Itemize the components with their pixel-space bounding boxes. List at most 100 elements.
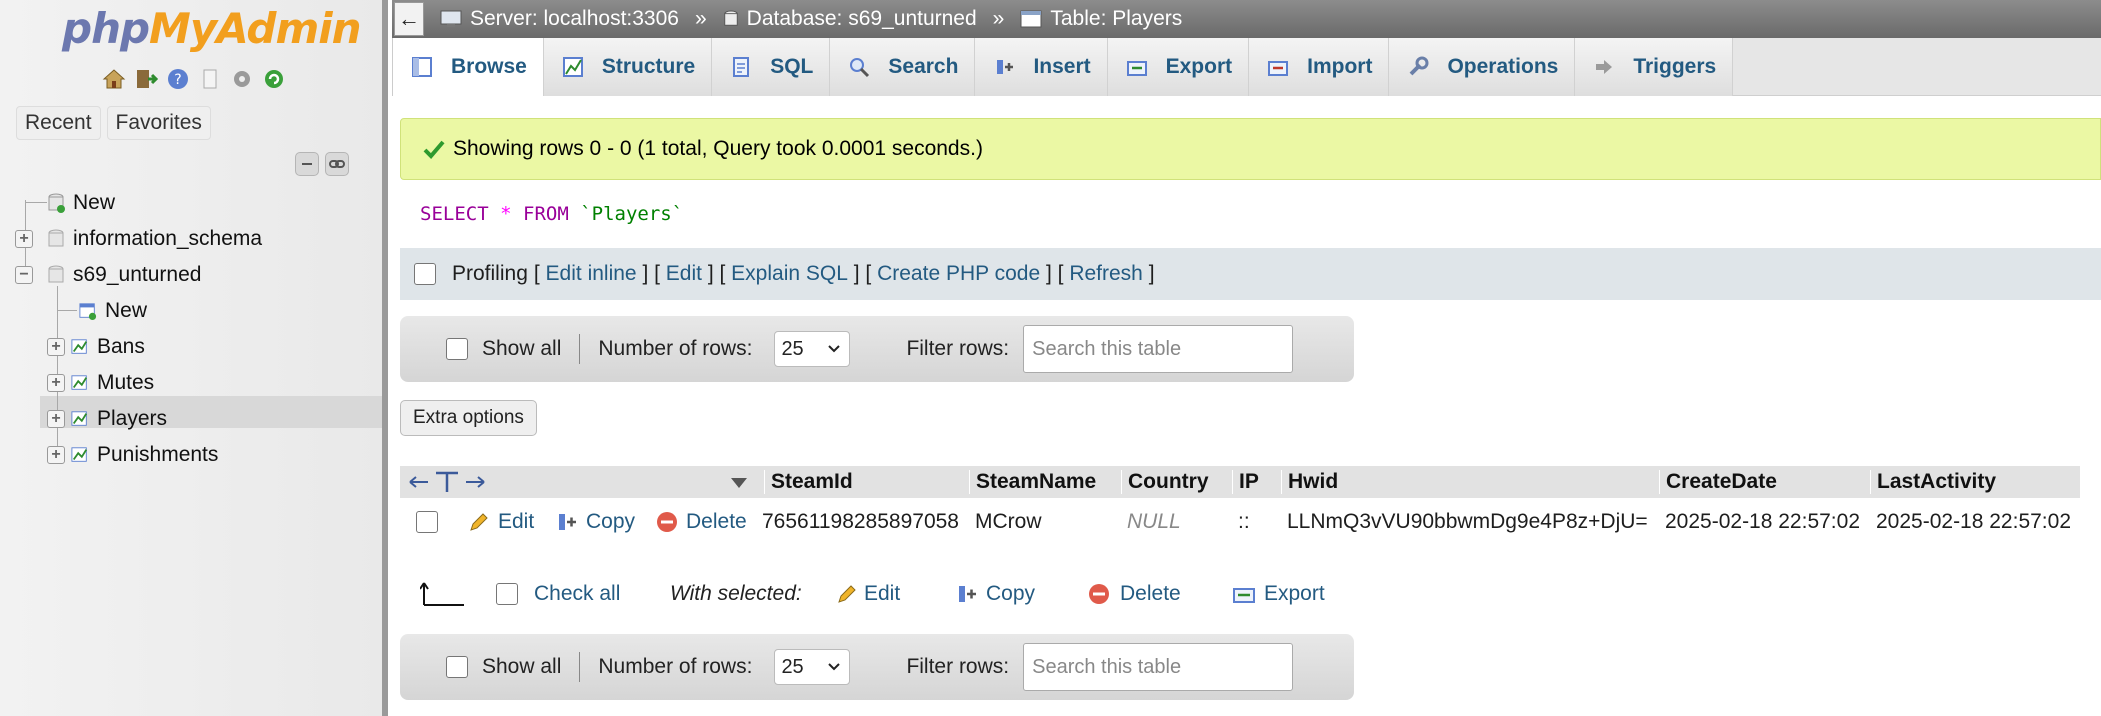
column-resize-icon[interactable] — [408, 470, 486, 494]
tab-import[interactable]: Import — [1249, 38, 1390, 96]
column-header-steamname[interactable]: SteamName — [969, 470, 1096, 494]
reload-icon[interactable] — [261, 66, 287, 92]
copy-icon — [959, 586, 976, 602]
create-php-code-link[interactable]: Create PHP code — [877, 262, 1040, 286]
tab-structure[interactable]: Structure — [543, 38, 713, 96]
bulk-export-button[interactable]: Export — [1232, 574, 1325, 614]
tree-controls — [295, 152, 349, 176]
docs-icon[interactable] — [197, 66, 223, 92]
refresh-link[interactable]: Refresh — [1069, 262, 1143, 286]
svg-text:?: ? — [174, 72, 181, 88]
extra-options-button[interactable]: Extra options — [400, 400, 537, 436]
breadcrumb-database[interactable]: Database: s69_unturned — [723, 7, 977, 31]
column-header-hwid[interactable]: Hwid — [1281, 470, 1338, 494]
cell-ip[interactable]: :: — [1238, 510, 1250, 534]
tree-table-label: Punishments — [97, 443, 219, 466]
table-icon — [1020, 10, 1042, 28]
breadcrumb-table[interactable]: Table: Players — [1020, 7, 1182, 31]
success-text: Showing rows 0 - 0 (1 total, Query took … — [453, 137, 983, 160]
collapse-icon[interactable]: − — [15, 266, 33, 284]
expand-icon[interactable]: + — [47, 410, 65, 428]
cell-steamid[interactable]: 76561198285897058 — [762, 510, 959, 534]
sql-keyword-from: FROM — [523, 203, 569, 225]
show-all-checkbox[interactable] — [446, 338, 468, 360]
recent-button[interactable]: Recent — [16, 106, 101, 140]
row-copy-button[interactable]: Copy — [556, 510, 635, 534]
tab-search[interactable]: Search — [830, 38, 976, 96]
bulk-edit-button[interactable]: Edit — [836, 574, 900, 614]
explain-sql-link[interactable]: Explain SQL — [731, 262, 848, 286]
cell-country[interactable]: NULL — [1127, 510, 1181, 534]
cell-hwid[interactable]: LLNmQ3vVU90bbwmDg9e4P8z+DjU= — [1287, 510, 1648, 534]
expand-icon[interactable]: + — [47, 446, 65, 464]
breadcrumb: ← Server: localhost:3306 » Database: s69… — [392, 0, 2101, 38]
tree-db-information-schema[interactable]: + information_schema — [15, 222, 262, 256]
check-icon — [423, 140, 445, 159]
tree-table-new[interactable]: New — [79, 294, 147, 328]
expand-icon[interactable]: + — [15, 230, 33, 248]
edit-link[interactable]: Edit — [666, 262, 702, 286]
table-icon — [71, 447, 88, 462]
number-of-rows-select[interactable]: 25 — [774, 649, 851, 685]
tab-insert[interactable]: Insert — [975, 38, 1108, 96]
tab-operations[interactable]: Operations — [1389, 38, 1576, 96]
breadcrumb-separator: » — [992, 7, 1005, 30]
divider — [579, 652, 581, 682]
tree-new[interactable]: New — [47, 186, 115, 220]
tree-table-bans[interactable]: + Bans — [47, 330, 145, 364]
row-checkbox[interactable] — [416, 511, 438, 533]
table-row: Edit Copy Delete 76561198285897058 MCrow… — [400, 502, 2080, 542]
favorites-button[interactable]: Favorites — [106, 106, 211, 140]
column-header-steamid[interactable]: SteamId — [764, 470, 853, 494]
tree-table-label: Players — [97, 407, 168, 430]
tree-table-punishments[interactable]: + Punishments — [47, 438, 218, 472]
column-header-createdate[interactable]: CreateDate — [1659, 470, 1777, 494]
bulk-delete-button[interactable]: Delete — [1088, 574, 1181, 614]
breadcrumb-server[interactable]: Server: localhost:3306 — [440, 7, 679, 31]
filter-rows-input[interactable]: Search this table — [1023, 643, 1294, 691]
number-of-rows-select[interactable]: 25 — [774, 331, 851, 367]
back-button[interactable]: ← — [394, 2, 424, 36]
tab-triggers[interactable]: Triggers — [1575, 38, 1734, 96]
column-header-country[interactable]: Country — [1121, 470, 1209, 494]
tab-export[interactable]: Export — [1107, 38, 1250, 96]
help-icon[interactable]: ? — [165, 66, 191, 92]
expand-icon[interactable]: + — [47, 374, 65, 392]
bulk-copy-button[interactable]: Copy — [956, 574, 1035, 614]
show-all-checkbox[interactable] — [446, 656, 468, 678]
cell-steamname[interactable]: MCrow — [975, 510, 1042, 534]
tab-label: Structure — [601, 55, 696, 78]
tree-db-s69-unturned[interactable]: − s69_unturned — [15, 258, 201, 292]
tab-browse[interactable]: Browse — [392, 38, 544, 96]
column-header-ip[interactable]: IP — [1232, 470, 1259, 494]
tree-table-mutes[interactable]: + Mutes — [47, 366, 154, 400]
export-icon — [1124, 54, 1150, 80]
table-header: SteamId SteamName Country IP Hwid Create… — [400, 466, 2080, 498]
cell-createdate[interactable]: 2025-02-18 22:57:02 — [1665, 510, 1860, 534]
tab-label: SQL — [770, 55, 814, 78]
edit-inline-link[interactable]: Edit inline — [546, 262, 637, 286]
column-header-lastactivity[interactable]: LastActivity — [1870, 470, 1996, 494]
home-icon[interactable] — [101, 66, 127, 92]
link-icon[interactable] — [325, 152, 349, 176]
profiling-checkbox[interactable] — [414, 263, 436, 285]
sort-down-icon[interactable] — [730, 476, 748, 490]
check-all-checkbox[interactable] — [496, 574, 518, 614]
row-delete-button[interactable]: Delete — [656, 510, 747, 534]
check-all-link[interactable]: Check all — [534, 574, 620, 614]
bulk-actions: Check all With selected: Edit Copy Delet… — [400, 574, 1400, 614]
tab-sql[interactable]: SQL — [712, 38, 831, 96]
phpmyadmin-logo[interactable]: phpMyAdmin — [62, 4, 362, 53]
row-edit-button[interactable]: Edit — [468, 510, 534, 534]
tree-table-players[interactable]: + Players — [47, 402, 167, 436]
bulk-export-label: Export — [1264, 582, 1325, 605]
server-icon — [440, 10, 462, 27]
logo-php: php — [62, 4, 150, 53]
settings-icon[interactable] — [229, 66, 255, 92]
filter-rows-input[interactable]: Search this table — [1023, 325, 1294, 373]
collapse-all-icon[interactable] — [295, 152, 319, 176]
exit-icon[interactable] — [133, 66, 159, 92]
insert-icon — [991, 54, 1017, 80]
cell-lastactivity[interactable]: 2025-02-18 22:57:02 — [1876, 510, 2071, 534]
expand-icon[interactable]: + — [47, 338, 65, 356]
